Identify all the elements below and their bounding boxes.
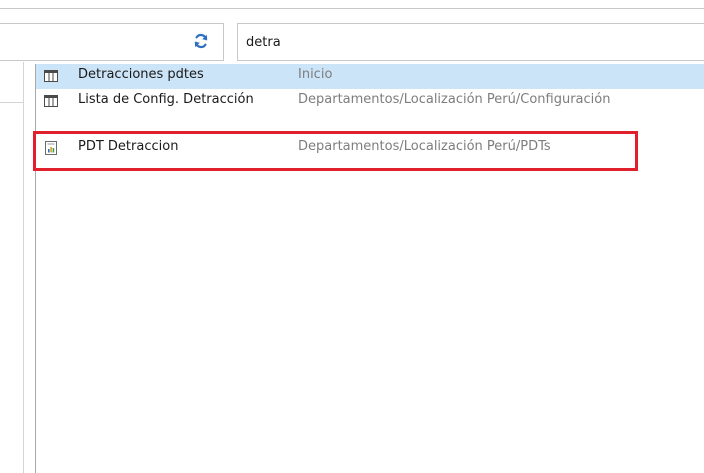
result-name: Lista de Config. Detracción — [78, 92, 254, 107]
search-box[interactable] — [237, 23, 704, 61]
highlight-annotation — [33, 131, 638, 171]
table-icon — [44, 70, 58, 82]
result-path: Departamentos/Localización Perú/Configur… — [298, 92, 611, 107]
table-icon — [44, 95, 58, 107]
toolbar — [0, 9, 704, 62]
result-row[interactable]: Detracciones pdtes Inicio — [36, 64, 704, 89]
search-input[interactable] — [246, 32, 686, 52]
search-results-dropdown: Detracciones pdtes Inicio Lista de Confi… — [35, 64, 704, 473]
result-path: Inicio — [298, 67, 333, 82]
result-row[interactable]: Lista de Config. Detracción Departamento… — [36, 89, 704, 114]
left-panel-divider — [23, 62, 24, 473]
left-panel-separator — [0, 102, 23, 103]
lookup-field[interactable] — [0, 23, 224, 61]
refresh-icon[interactable] — [193, 33, 209, 49]
result-name: Detracciones pdtes — [78, 67, 204, 82]
